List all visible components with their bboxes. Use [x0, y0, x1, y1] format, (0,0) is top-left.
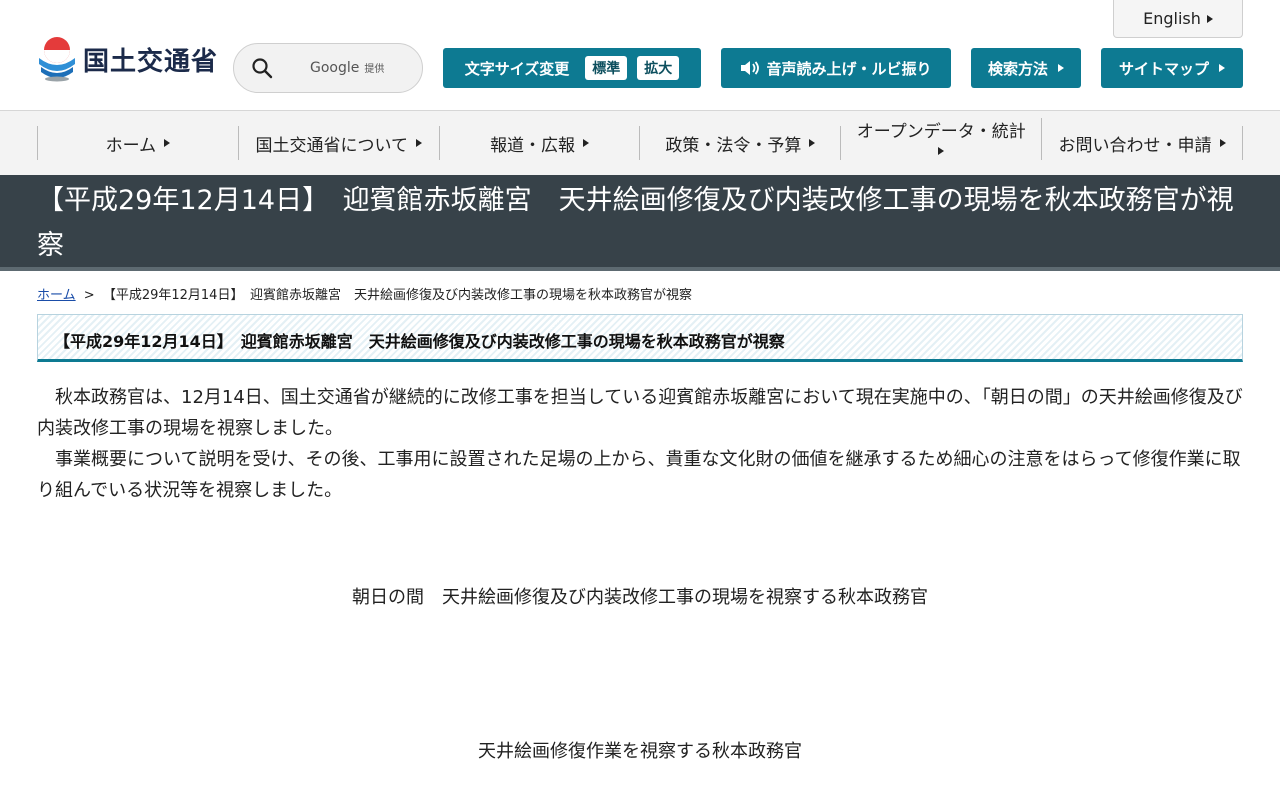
breadcrumb-current: 【平成29年12月14日】 迎賓館赤坂離宮 天井絵画修復及び内装改修工事の現場を…: [102, 288, 692, 303]
nav-item-label: お問い合わせ・申請: [1058, 135, 1212, 156]
font-size-control: 文字サイズ変更 標準 拡大: [443, 48, 701, 88]
search-method-button[interactable]: 検索方法: [971, 48, 1081, 88]
nav-item-press[interactable]: 報道・広報: [440, 126, 641, 160]
search-method-label: 検索方法: [987, 59, 1048, 78]
font-size-standard-button[interactable]: 標準: [585, 56, 628, 80]
arrow-right-icon: [1219, 64, 1225, 72]
nav-item-contact[interactable]: お問い合わせ・申請: [1042, 126, 1243, 160]
site-logo[interactable]: 国土交通省: [37, 36, 218, 82]
nav-item-label: 政策・法令・予算: [665, 135, 802, 156]
arrow-right-icon: [415, 139, 422, 147]
nav-item-label: ホーム: [105, 135, 157, 156]
font-size-large-button[interactable]: 拡大: [637, 56, 680, 80]
sitemap-button[interactable]: サイトマップ: [1101, 48, 1243, 88]
speaker-icon: [741, 61, 760, 75]
article-heading: 【平成29年12月14日】 迎賓館赤坂離宮 天井絵画修復及び内装改修工事の現場を…: [54, 332, 785, 351]
page-title-bar: 【平成29年12月14日】 迎賓館赤坂離宮 天井絵画修復及び内装改修工事の現場を…: [0, 175, 1280, 271]
article-body: 秋本政務官は、12月14日、国土交通省が継続的に改修工事を担当している迎賓館赤坂…: [37, 382, 1247, 506]
article-heading-box: 【平成29年12月14日】 迎賓館赤坂離宮 天井絵画修復及び内装改修工事の現場を…: [37, 314, 1243, 362]
global-nav: ホーム 国土交通省について 報道・広報 政策・法令・予算 オープンデータ・統計 …: [0, 111, 1280, 175]
article-paragraph: 秋本政務官は、12月14日、国土交通省が継続的に改修工事を担当している迎賓館赤坂…: [37, 387, 1243, 439]
search-icon[interactable]: [251, 57, 273, 79]
nav-item-label: オープンデータ・統計: [856, 122, 1026, 142]
logo-text: 国土交通省: [83, 46, 219, 77]
article-paragraph: 事業概要について説明を受け、その後、工事用に設置された足場の上から、貴重な文化財…: [37, 449, 1241, 501]
arrow-right-icon: [938, 147, 945, 155]
english-link[interactable]: English: [1113, 0, 1243, 38]
arrow-right-icon: [164, 139, 171, 147]
arrow-right-icon: [1219, 139, 1226, 147]
speech-ruby-label: 音声読み上げ・ルビ振り: [766, 59, 932, 78]
arrow-right-icon: [1058, 64, 1064, 72]
arrow-right-icon: [1206, 14, 1213, 23]
speech-ruby-button[interactable]: 音声読み上げ・ルビ振り: [721, 48, 951, 88]
breadcrumb-separator: >: [83, 288, 95, 303]
breadcrumb-home-link[interactable]: ホーム: [37, 288, 76, 303]
nav-item-label: 国土交通省について: [255, 135, 408, 156]
breadcrumb: ホーム > 【平成29年12月14日】 迎賓館赤坂離宮 天井絵画修復及び内装改修…: [37, 284, 692, 303]
font-size-label: 文字サイズ変更: [464, 59, 570, 78]
photo-caption: 天井絵画修復作業を視察する秋本政務官: [478, 741, 802, 762]
photo-caption: 朝日の間 天井絵画修復及び内装改修工事の現場を視察する秋本政務官: [352, 587, 928, 608]
nav-item-home[interactable]: ホーム: [38, 126, 239, 160]
site-search[interactable]: Google 提供: [233, 43, 423, 93]
nav-item-open-data[interactable]: オープンデータ・統計: [841, 118, 1043, 160]
nav-item-about[interactable]: 国土交通省について: [239, 126, 440, 160]
search-provider: Google 提供: [310, 60, 385, 76]
arrow-right-icon: [583, 139, 590, 147]
sitemap-label: サイトマップ: [1118, 59, 1209, 78]
site-header: 国土交通省 Google 提供 English 文字サイズ変更 標準 拡大 音声読…: [0, 0, 1280, 111]
mlit-logo-icon: [39, 37, 75, 82]
page-title: 【平成29年12月14日】 迎賓館赤坂離宮 天井絵画修復及び内装改修工事の現場を…: [37, 185, 1234, 261]
nav-item-label: 報道・広報: [490, 135, 576, 156]
arrow-right-icon: [809, 139, 816, 147]
english-label: English: [1143, 9, 1201, 28]
nav-item-policy[interactable]: 政策・法令・予算: [640, 126, 842, 160]
